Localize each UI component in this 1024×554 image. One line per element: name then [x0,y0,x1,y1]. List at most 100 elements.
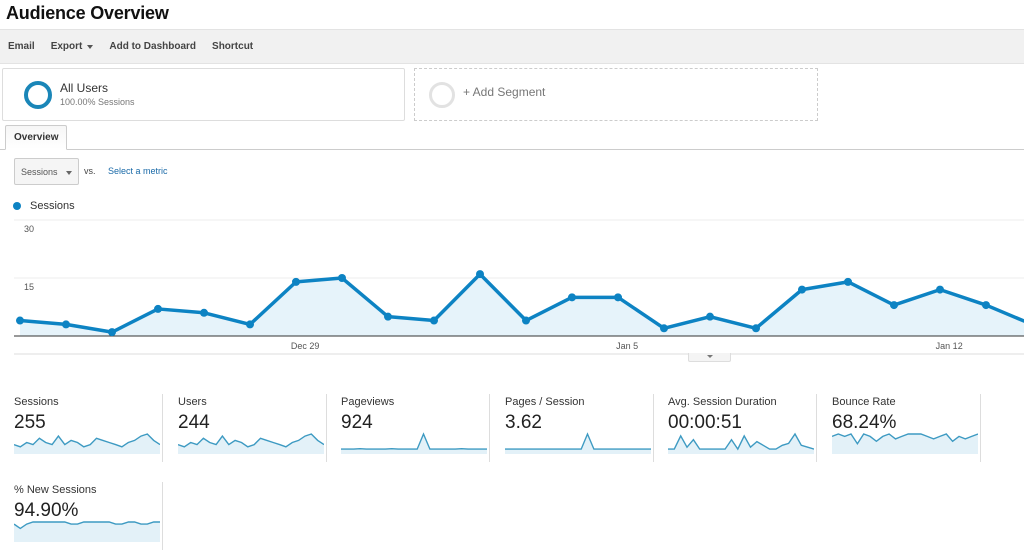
add-segment-button[interactable]: + Add Segment [414,68,818,121]
data-point [936,285,944,294]
scorecard-label: Pageviews [341,396,395,408]
data-point [568,293,576,302]
data-point [476,270,484,279]
segment-ring-icon [24,81,52,109]
x-tick-label: Dec 29 [291,341,320,351]
scorecard-label: Sessions [14,396,59,408]
scorecard-value: 924 [341,412,373,433]
scorecard-value: 00:00:51 [668,412,742,433]
sparkline [341,432,487,454]
sparkline-area [341,434,487,454]
chevron-down-icon [66,171,72,175]
add-segment-label: + Add Segment [463,85,546,99]
sparkline [14,433,160,454]
toolbar: Email Export Add to Dashboard Shortcut [0,29,1024,64]
segment-name: All Users [60,81,109,95]
email-button[interactable]: Email [8,41,35,52]
sparkline-line [341,432,487,450]
legend-dot-icon [13,202,21,210]
metric-select-value: Sessions [21,166,58,177]
data-point [660,324,668,333]
scorecard-divider [816,394,817,462]
data-point [338,274,346,282]
metric-select[interactable]: Sessions [14,158,79,185]
sparkline-line [505,432,651,450]
sparkline-area [14,434,160,454]
segment-all-users[interactable]: All Users 100.00% Sessions [2,68,405,121]
shortcut-label: Shortcut [212,41,254,52]
chevron-down-icon [707,355,713,358]
scorecard-value: 244 [178,412,210,433]
export-button[interactable]: Export [51,41,94,52]
tabs-divider [0,149,1024,150]
scorecard-bounce-rate[interactable]: Bounce Rate 68.24% [818,386,981,464]
export-label: Export [50,41,83,52]
sparkline-area [14,522,160,542]
data-point [154,304,162,313]
legend-label: Sessions [30,200,75,212]
scorecard-sessions[interactable]: Sessions 255 [0,386,163,464]
sparkline-area [178,434,324,454]
scorecard-value: 94.90% [14,500,79,521]
sessions-chart[interactable]: 15 30 Dec 29 Jan 5 Jan 12 [0,212,1024,362]
sparkline [668,432,814,454]
y-tick-label: 30 [24,224,34,234]
data-point [292,277,300,286]
x-tick-label: Jan 5 [616,341,638,351]
sparkline-area [832,434,978,454]
empty-segment-ring-icon [429,82,455,108]
data-point [62,320,70,329]
data-point [246,320,254,329]
scorecard-divider [162,482,163,550]
scorecard-pageviews[interactable]: Pageviews 924 [327,386,490,464]
scorecard-label: % New Sessions [14,484,97,496]
data-point [430,316,438,325]
scorecard-value: 255 [14,412,46,433]
data-point [200,308,208,317]
scorecard-label: Pages / Session [505,396,585,408]
x-tick-label: Jan 12 [936,341,963,351]
scorecard-new-sessions[interactable]: % New Sessions 94.90% [0,474,163,552]
chart-legend: Sessions [13,200,75,212]
data-point [890,301,898,310]
y-tick-label: 15 [24,282,34,292]
scorecard-avg-session-duration[interactable]: Avg. Session Duration 00:00:51 [654,386,817,464]
scorecard-value: 3.62 [505,412,542,433]
scorecard-label: Bounce Rate [832,396,896,408]
scorecard-divider [162,394,163,462]
email-label: Email [8,41,35,52]
scorecard-divider [980,394,981,462]
data-point [614,293,622,302]
vs-label: vs. [84,166,96,176]
sparkline [14,521,160,542]
add-to-dashboard-label: Add to Dashboard [109,41,197,52]
data-point [844,277,852,286]
data-point [752,324,760,333]
scorecard-pages-session[interactable]: Pages / Session 3.62 [491,386,654,464]
scorecard-divider [489,394,490,462]
data-point [108,328,116,337]
data-point [798,285,806,294]
sparkline-area [505,434,651,454]
shortcut-button[interactable]: Shortcut [212,41,253,52]
tab-overview[interactable]: Overview [5,125,68,150]
chart-collapse-toggle[interactable] [688,353,731,362]
sparkline [178,433,324,454]
data-point [706,312,714,321]
data-point [982,301,990,310]
segment-percentage: 100.00% Sessions [60,97,135,107]
data-point [522,316,530,325]
add-to-dashboard-button[interactable]: Add to Dashboard [109,41,196,52]
scorecard-value: 68.24% [832,412,897,433]
scorecard-users[interactable]: Users 244 [164,386,327,464]
scorecard-label: Avg. Session Duration [668,396,777,408]
data-point [384,312,392,321]
sparkline [832,433,978,454]
sparkline [505,432,651,454]
select-metric-link[interactable]: Select a metric [108,166,168,176]
scorecard-label: Users [178,396,207,408]
page-title: Audience Overview [6,3,169,23]
data-point [16,316,24,325]
series-area [20,274,1024,336]
chevron-down-icon [87,44,94,49]
